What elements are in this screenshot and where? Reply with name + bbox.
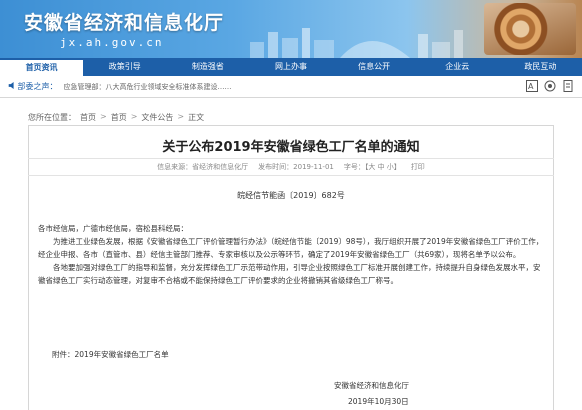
body-paragraph-1: 为推进工业绿色发展，根据《安徽省绿色工厂评价管理暂行办法》（皖经信节能〔2019…	[38, 237, 544, 259]
body-paragraph-2: 各地要加强对绿色工厂的指导和监督，充分发挥绿色工厂示范带动作用，引导企业按照绿色…	[38, 263, 541, 285]
ticker-label: 部委之声：	[8, 81, 58, 92]
ticker-label-text: 部委之声：	[17, 82, 58, 91]
breadcrumb-item-home[interactable]: 首页	[80, 112, 96, 123]
page-tools: A	[526, 80, 574, 92]
site-domain: jx.ah.gov.cn	[60, 36, 164, 49]
breadcrumb-separator: >	[177, 112, 185, 121]
breadcrumb-separator: >	[130, 112, 138, 121]
svg-text:A: A	[528, 82, 534, 91]
ticker-text[interactable]: 应急管理部：八大高危行业领域安全标准体系建设……	[64, 82, 424, 92]
article-title: 关于公布2019年安徽省绿色工厂名单的通知	[162, 140, 420, 155]
salutation: 各市经信局，广德市经信局，宿松县科经局：	[38, 224, 188, 233]
nav-item-interaction[interactable]: 政民互动	[499, 58, 582, 76]
breadcrumb-label: 您所在位置：	[28, 113, 76, 122]
attachment-link[interactable]: 附件：2019年安徽省绿色工厂名单	[52, 349, 169, 360]
meta-source: 信息来源：省经济和信息化厅	[157, 163, 249, 171]
meta-font-size-switch[interactable]: 字号：【大 中 小】	[344, 162, 401, 172]
document-number: 皖经信节能函〔2019〕682号	[237, 191, 345, 200]
font-size-icon[interactable]: A	[526, 80, 538, 92]
article-body: 各市经信局，广德市经信局，宿松县科经局： 为推进工业绿色发展，根据《安徽省绿色工…	[38, 222, 546, 287]
signature-date: 2019年10月30日	[348, 397, 409, 406]
speaker-icon	[8, 82, 14, 89]
site-title: 安徽省经济和信息化厅	[24, 12, 225, 34]
nav-item-info-disclosure[interactable]: 信息公开	[333, 58, 416, 76]
breadcrumb-separator: >	[100, 112, 107, 121]
breadcrumb-item-announcements[interactable]: 文件公告	[141, 112, 173, 123]
city-skyline-graphic	[250, 28, 463, 58]
print-icon[interactable]	[562, 80, 574, 92]
nav-item-manufacturing[interactable]: 制造强省	[166, 58, 249, 76]
nav-item-online-service[interactable]: 网上办事	[249, 58, 332, 76]
accessibility-icon[interactable]	[544, 80, 556, 92]
nav-item-enterprise-cloud[interactable]: 企业云	[416, 58, 499, 76]
news-ticker: 部委之声： 应急管理部：八大高危行业领域安全标准体系建设…… A	[0, 76, 582, 98]
article-meta: 信息来源：省经济和信息化厅 发布时间：2019-11-01 字号：【大 中 小】…	[28, 158, 554, 176]
header-banner: 安徽省经济和信息化厅 jx.ah.gov.cn	[0, 0, 582, 58]
nav-item-policy[interactable]: 政策引导	[83, 58, 166, 76]
meta-print-link[interactable]: 打印	[411, 162, 425, 172]
breadcrumb-item-current: 正文	[188, 113, 205, 122]
breadcrumb: 您所在位置： 首页 > 首页 > 文件公告 > 正文	[28, 112, 204, 123]
steel-coil-image	[484, 3, 576, 55]
main-nav: 首页资讯 政策引导 制造强省 网上办事 信息公开 企业云 政民互动	[0, 58, 582, 76]
meta-date: 发布时间：2019-11-01	[258, 163, 334, 171]
nav-item-home[interactable]: 首页资讯	[0, 58, 84, 76]
signature: 安徽省经济和信息化厅	[334, 381, 409, 390]
breadcrumb-item-home-2[interactable]: 首页	[111, 112, 127, 123]
